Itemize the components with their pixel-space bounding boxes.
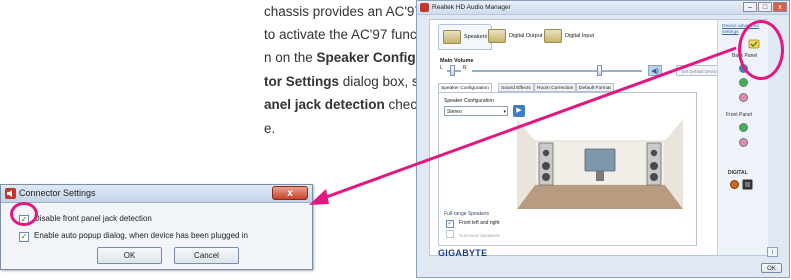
pointer-arrow	[309, 46, 737, 205]
